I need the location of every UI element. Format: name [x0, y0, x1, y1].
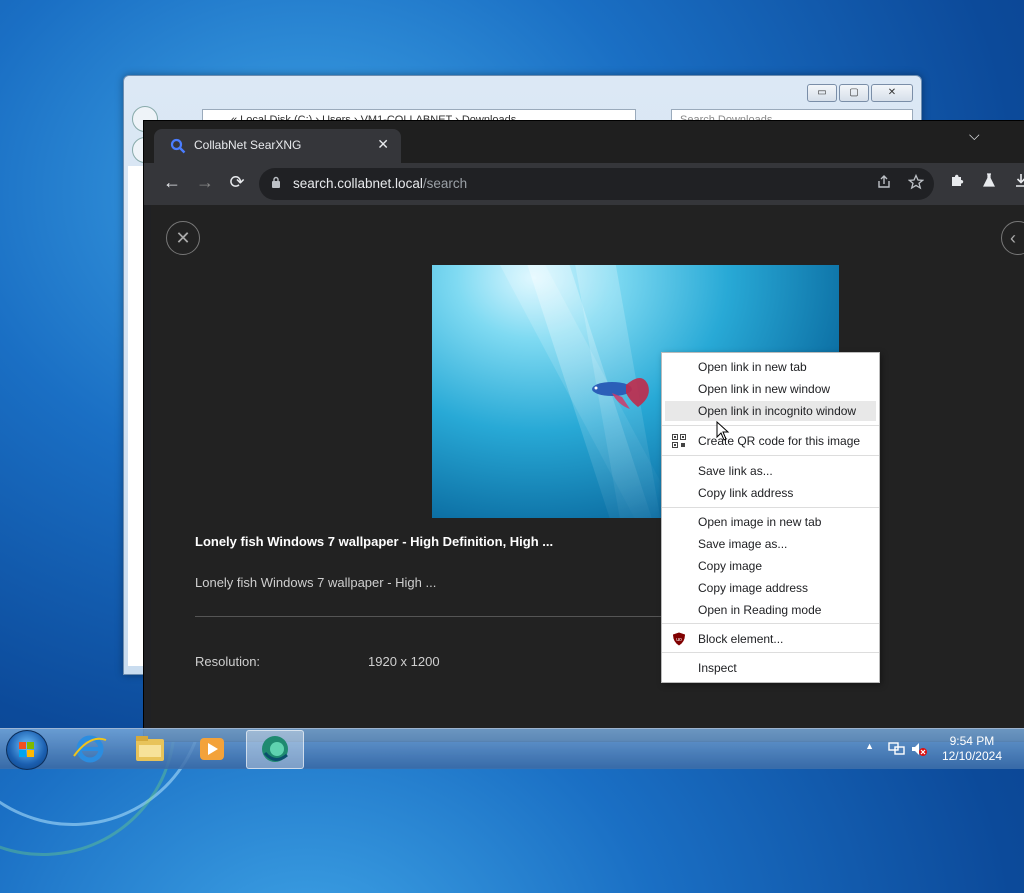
search-icon: [170, 138, 186, 159]
result-title[interactable]: Lonely fish Windows 7 wallpaper - High D…: [195, 534, 553, 549]
reload-button[interactable]: ⟳: [226, 172, 248, 193]
result-description: Lonely fish Windows 7 wallpaper - High .…: [195, 575, 437, 590]
lab-flask-icon[interactable]: [978, 172, 1000, 193]
close-detail-button[interactable]: ✕: [166, 221, 200, 255]
browser-window[interactable]: CollabNet SearXNG ✕ ⌵ ← → ⟳ search.colla…: [143, 120, 1024, 742]
taskbar: ▲ 9:54 PM 12/10/2024: [0, 728, 1024, 770]
taskbar-internet-explorer[interactable]: [62, 730, 118, 767]
menu-separator: [662, 425, 879, 426]
menu-item-open-incognito[interactable]: Open link in incognito window: [665, 401, 876, 421]
mouse-cursor-icon: [716, 421, 730, 441]
start-button[interactable]: [6, 730, 48, 770]
taskbar-browser[interactable]: [246, 730, 304, 769]
taskbar-media-player[interactable]: [184, 730, 240, 767]
menu-separator: [662, 507, 879, 508]
lock-icon[interactable]: [271, 176, 281, 191]
clock-time: 9:54 PM: [949, 734, 995, 748]
media-player-icon: [200, 738, 224, 760]
clock-date: 12/10/2024: [941, 749, 1002, 763]
menu-item-copy-link[interactable]: Copy link address: [662, 483, 879, 503]
qr-code-icon: [672, 434, 686, 448]
network-icon[interactable]: [888, 741, 906, 757]
menu-item-save-link[interactable]: Save link as...: [662, 461, 879, 481]
clock[interactable]: 9:54 PM 12/10/2024: [942, 734, 1002, 764]
menu-item-open-new-tab[interactable]: Open link in new tab: [662, 357, 879, 377]
tab-strip: CollabNet SearXNG ✕ ⌵: [144, 121, 1024, 163]
menu-item-reading-mode[interactable]: Open in Reading mode: [662, 600, 879, 620]
menu-item-save-image[interactable]: Save image as...: [662, 534, 879, 554]
windows-logo-icon: [19, 742, 34, 757]
extensions-puzzle-icon[interactable]: [947, 172, 969, 193]
folder-icon: [136, 736, 164, 761]
menu-item-create-qr[interactable]: Create QR code for this image: [662, 431, 879, 451]
tab-searxng[interactable]: CollabNet SearXNG ✕: [154, 129, 401, 163]
menu-item-block-element[interactable]: uo Block element...: [662, 629, 879, 649]
close-button[interactable]: ✕: [871, 84, 913, 102]
url-host: search.collabnet.local: [293, 176, 423, 191]
browser-toolbar: ← → ⟳ search.collabnet.local/search: [144, 163, 1024, 205]
edge-browser-icon: [262, 736, 288, 762]
ublock-shield-icon: uo: [672, 632, 686, 646]
taskbar-file-explorer[interactable]: [122, 730, 178, 767]
betta-fish-illustration: [592, 378, 649, 409]
volume-muted-icon[interactable]: [910, 741, 928, 757]
forward-button[interactable]: →: [194, 172, 216, 193]
share-icon[interactable]: [876, 174, 892, 194]
bookmark-star-icon[interactable]: [907, 173, 925, 194]
menu-separator: [662, 455, 879, 456]
back-button[interactable]: ←: [161, 172, 183, 193]
menu-item-label: Block element...: [698, 632, 784, 646]
resolution-value: 1920 x 1200: [368, 654, 440, 669]
tab-search-chevron-icon[interactable]: ⌵: [969, 127, 980, 144]
menu-separator: [662, 623, 879, 624]
svg-text:uo: uo: [676, 637, 682, 643]
menu-item-copy-image[interactable]: Copy image: [662, 556, 879, 576]
explorer-window-controls: ▭ ▢ ✕: [807, 84, 913, 102]
context-menu: Open link in new tab Open link in new wi…: [661, 352, 880, 683]
internet-explorer-icon: [73, 735, 107, 763]
menu-item-open-image-new-tab[interactable]: Open image in new tab: [662, 512, 879, 532]
menu-item-copy-image-address[interactable]: Copy image address: [662, 578, 879, 598]
menu-item-inspect[interactable]: Inspect: [662, 658, 879, 678]
minimize-button[interactable]: ▭: [807, 84, 837, 102]
divider: [195, 616, 665, 617]
download-icon[interactable]: [1010, 172, 1024, 193]
menu-item-open-new-window[interactable]: Open link in new window: [662, 379, 879, 399]
previous-result-button[interactable]: ‹: [1001, 221, 1024, 255]
url-path: /search: [422, 176, 468, 191]
menu-separator: [662, 652, 879, 653]
resolution-label: Resolution:: [195, 654, 261, 669]
tab-title: CollabNet SearXNG: [194, 138, 302, 152]
address-bar[interactable]: search.collabnet.local/search: [259, 168, 934, 200]
tab-close-icon[interactable]: ✕: [377, 136, 389, 153]
page-content: ✕ ‹ Lonely fish Windows 7 wallpaper - Hi…: [151, 205, 1024, 741]
tray-expand-icon[interactable]: ▲: [865, 741, 874, 751]
url-text[interactable]: search.collabnet.local/search: [293, 176, 467, 191]
maximize-button[interactable]: ▢: [839, 84, 869, 102]
